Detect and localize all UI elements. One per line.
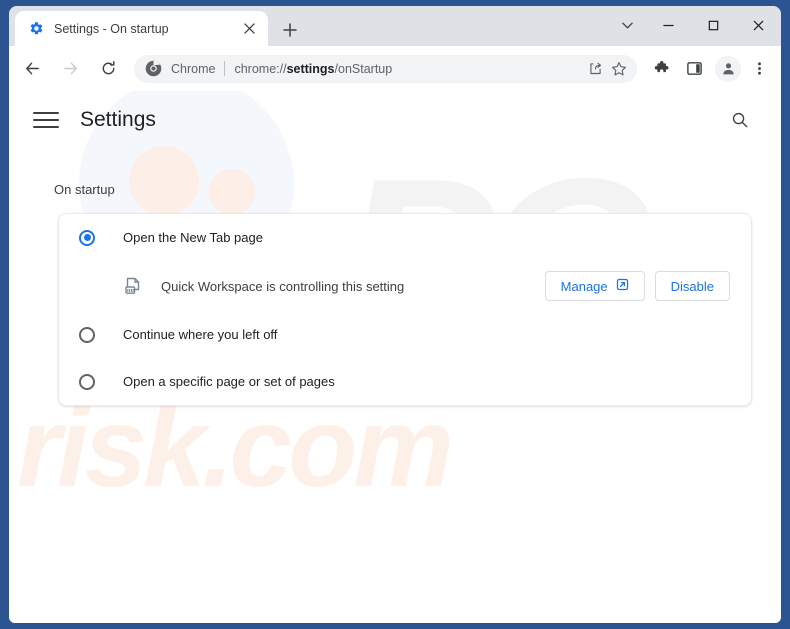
bookmark-star-icon[interactable] bbox=[607, 57, 631, 81]
tab-strip: Settings - On startup bbox=[9, 6, 781, 46]
section-heading: On startup bbox=[54, 182, 115, 197]
browser-window-frame: Settings - On startup Chrome chrome://se… bbox=[0, 0, 790, 629]
url-suffix: /onStartup bbox=[334, 61, 393, 76]
option-label: Continue where you left off bbox=[123, 327, 278, 342]
extension-document-icon bbox=[123, 276, 143, 296]
background-blob-3 bbox=[209, 169, 255, 215]
menu-icon[interactable] bbox=[33, 107, 59, 133]
back-button[interactable] bbox=[17, 54, 47, 84]
radio-unselected-icon[interactable] bbox=[79, 326, 95, 343]
external-link-icon bbox=[616, 278, 629, 294]
omnibox-divider bbox=[224, 61, 226, 76]
maximize-button[interactable] bbox=[691, 6, 736, 44]
chrome-menu-icon[interactable] bbox=[745, 55, 773, 83]
disable-button-label: Disable bbox=[670, 278, 714, 294]
omnibox-url: chrome://settings/onStartup bbox=[234, 62, 583, 76]
reload-button[interactable] bbox=[93, 54, 123, 84]
startup-option-continue[interactable]: Continue where you left off bbox=[59, 311, 751, 358]
browser-toolbar: Chrome chrome://settings/onStartup bbox=[9, 46, 781, 91]
close-icon[interactable] bbox=[238, 18, 260, 40]
extension-notice-text: Quick Workspace is controlling this sett… bbox=[161, 278, 405, 294]
url-bold-part: settings bbox=[286, 61, 335, 76]
radio-selected-icon[interactable] bbox=[79, 229, 95, 246]
startup-option-new-tab[interactable]: Open the New Tab page bbox=[59, 214, 751, 261]
manage-button-label: Manage bbox=[560, 278, 608, 294]
settings-header: Settings bbox=[9, 91, 781, 149]
option-label: Open the New Tab page bbox=[123, 230, 263, 245]
radio-unselected-icon[interactable] bbox=[79, 373, 95, 390]
avatar[interactable] bbox=[715, 55, 741, 82]
on-startup-card: Open the New Tab page Quick Workspace is… bbox=[58, 213, 752, 406]
page-title: Settings bbox=[80, 108, 156, 131]
chrome-logo-icon bbox=[145, 60, 162, 77]
disable-button[interactable]: Disable bbox=[654, 271, 730, 301]
url-prefix: chrome:// bbox=[234, 61, 287, 76]
option-label: Open a specific page or set of pages bbox=[123, 374, 335, 389]
browser-tab[interactable]: Settings - On startup bbox=[15, 11, 268, 46]
tab-title: Settings - On startup bbox=[54, 21, 169, 36]
window-controls bbox=[608, 6, 781, 44]
background-blob-2 bbox=[129, 146, 199, 216]
search-icon[interactable] bbox=[727, 107, 753, 133]
omnibox-scheme-label: Chrome bbox=[171, 61, 216, 76]
address-bar[interactable]: Chrome chrome://settings/onStartup bbox=[134, 54, 637, 83]
side-panel-icon[interactable] bbox=[680, 55, 708, 83]
extension-control-notice: Quick Workspace is controlling this sett… bbox=[59, 261, 751, 311]
close-window-button[interactable] bbox=[736, 6, 781, 44]
forward-button bbox=[55, 54, 85, 84]
settings-page: PC risk.com Settings On startup bbox=[9, 91, 781, 623]
browser-window: Settings - On startup Chrome chrome://se… bbox=[9, 6, 781, 623]
manage-button[interactable]: Manage bbox=[544, 271, 645, 301]
share-icon[interactable] bbox=[583, 57, 607, 81]
watermark-risk: risk.com bbox=[17, 384, 454, 510]
tab-search-button[interactable] bbox=[608, 6, 646, 44]
minimize-button[interactable] bbox=[646, 6, 691, 44]
new-tab-button[interactable] bbox=[277, 17, 303, 43]
startup-option-specific-page[interactable]: Open a specific page or set of pages bbox=[59, 358, 751, 405]
settings-gear-icon bbox=[28, 21, 44, 37]
extensions-puzzle-icon[interactable] bbox=[646, 55, 674, 83]
